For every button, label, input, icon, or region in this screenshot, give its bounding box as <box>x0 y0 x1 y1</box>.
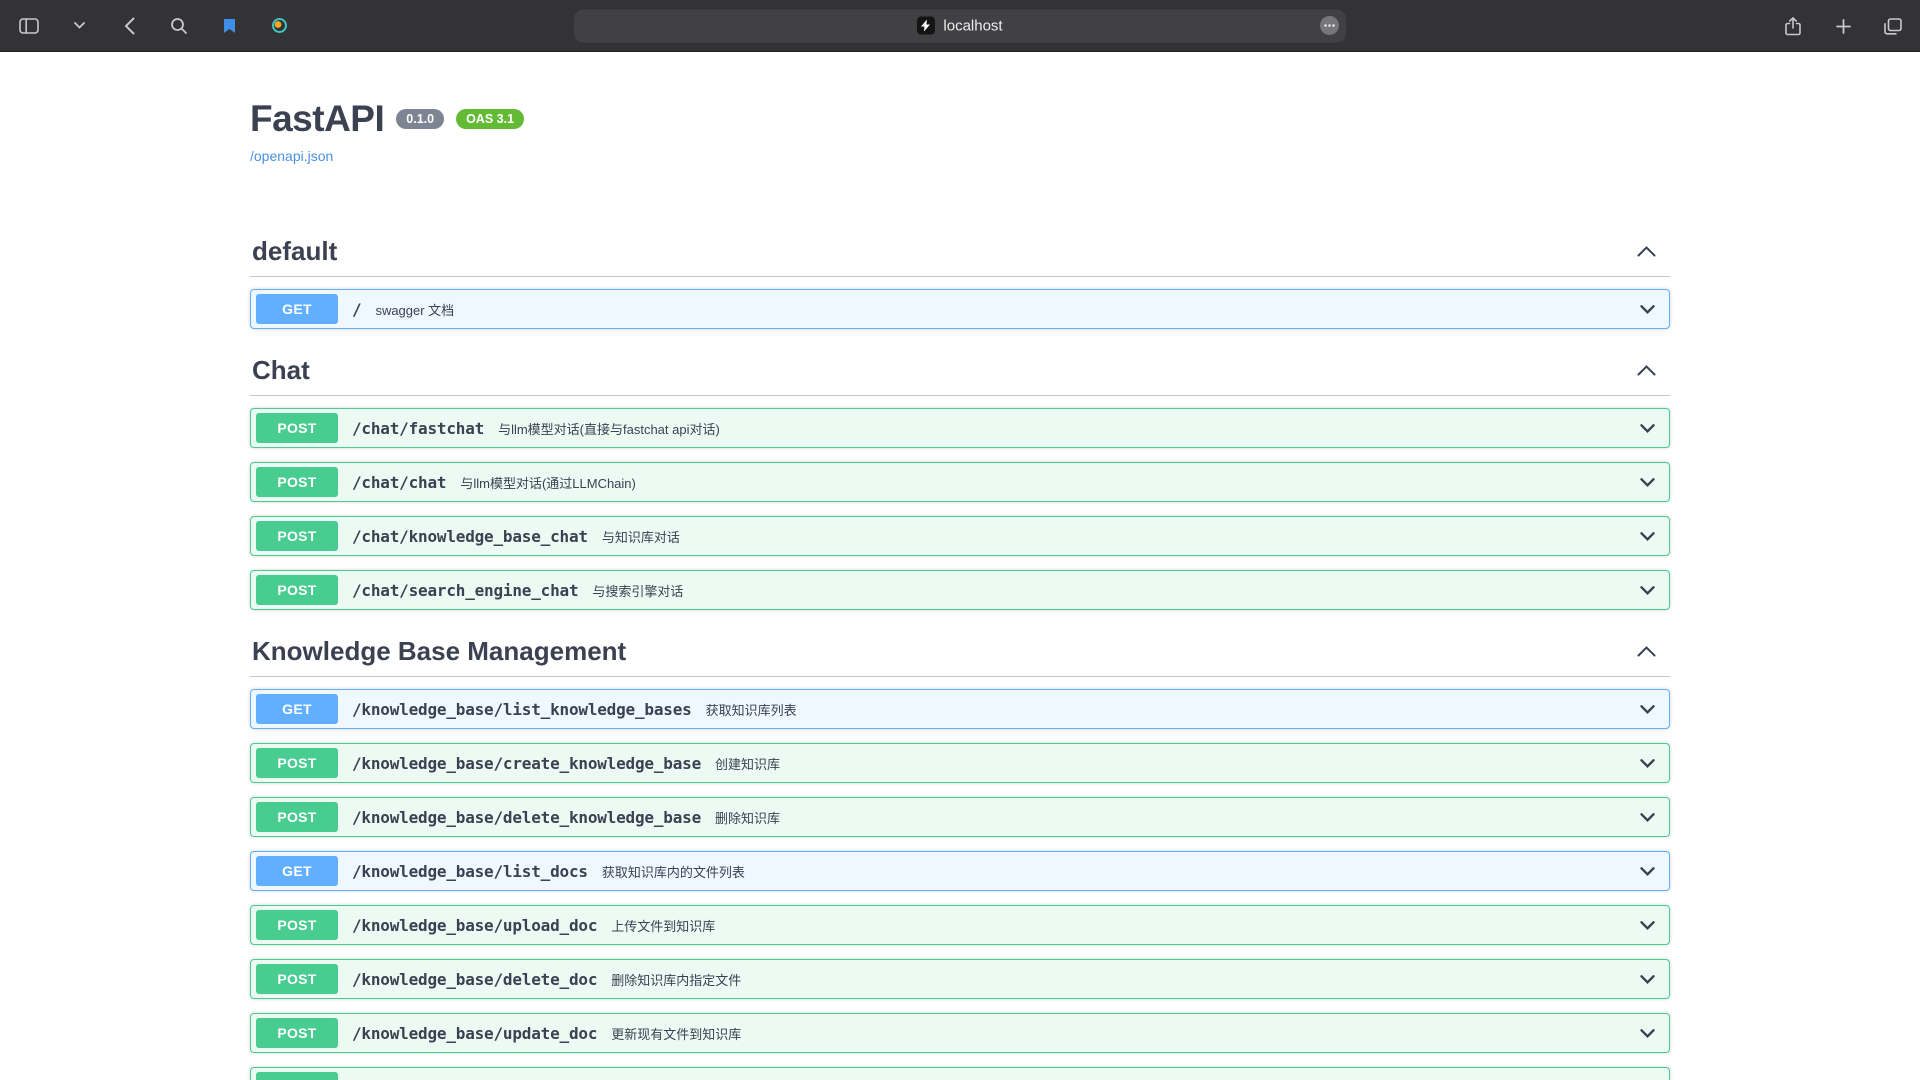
section-title: Chat <box>252 355 310 386</box>
method-badge: POST <box>256 1018 338 1048</box>
section-title: default <box>252 236 337 267</box>
section-header[interactable]: Knowledge Base Management <box>250 628 1670 677</box>
endpoint-path: /knowledge_base/delete_knowledge_base <box>352 808 701 827</box>
endpoint-row[interactable]: POST /chat/search_engine_chat 与搜索引擎对话 <box>250 570 1670 610</box>
endpoint-path: / <box>352 300 361 319</box>
tab-overview-icon[interactable] <box>1880 13 1906 39</box>
endpoint-path: /knowledge_base/delete_doc <box>352 970 597 989</box>
endpoint-description: 更新现有文件到知识库 <box>611 1024 741 1043</box>
endpoint-description: 上传文件到知识库 <box>611 916 715 935</box>
endpoint-row[interactable]: POST /knowledge_base/delete_knowledge_ba… <box>250 797 1670 837</box>
endpoint-list: GET / swagger 文档 <box>250 289 1670 345</box>
collapse-section-icon[interactable] <box>1637 365 1668 376</box>
endpoint-path: /knowledge_base/list_knowledge_bases <box>352 700 692 719</box>
endpoint-list: POST /chat/fastchat 与llm模型对话(直接与fastchat… <box>250 408 1670 626</box>
endpoint-description: 与搜索引擎对话 <box>592 581 683 600</box>
endpoint-row[interactable]: POST /knowledge_base/upload_doc 上传文件到知识库 <box>250 905 1670 945</box>
endpoint-row[interactable]: POST /chat/knowledge_base_chat 与知识库对话 <box>250 516 1670 556</box>
back-icon[interactable] <box>116 13 142 39</box>
collapse-section-icon[interactable] <box>1637 646 1668 657</box>
method-badge: POST <box>256 964 338 994</box>
browser-toolbar: localhost <box>0 0 1920 52</box>
endpoint-path: /chat/search_engine_chat <box>352 581 578 600</box>
endpoint-description: 获取知识库内的文件列表 <box>602 862 745 881</box>
method-badge: POST <box>256 521 338 551</box>
page-options-icon[interactable] <box>1320 16 1339 35</box>
expand-endpoint-icon[interactable] <box>1640 705 1655 714</box>
new-tab-icon[interactable] <box>1830 13 1856 39</box>
sidebar-toggle-icon[interactable] <box>16 13 42 39</box>
method-badge: POST <box>256 910 338 940</box>
swagger-page: FastAPI 0.1.0 OAS 3.1 /openapi.json defa… <box>0 52 1920 1080</box>
expand-endpoint-icon[interactable] <box>1640 813 1655 822</box>
expand-endpoint-icon[interactable] <box>1640 478 1655 487</box>
endpoint-row[interactable]: POST /knowledge_base/delete_doc 删除知识库内指定… <box>250 959 1670 999</box>
expand-endpoint-icon[interactable] <box>1640 759 1655 768</box>
share-icon[interactable] <box>1780 13 1806 39</box>
endpoint-row[interactable]: POST /chat/chat 与llm模型对话(通过LLMChain) <box>250 462 1670 502</box>
method-badge: POST <box>256 802 338 832</box>
method-badge: POST <box>256 748 338 778</box>
api-section: Knowledge Base Management GET /knowledge… <box>250 628 1670 1080</box>
method-badge: POST <box>256 1072 338 1080</box>
expand-endpoint-icon[interactable] <box>1640 532 1655 541</box>
endpoint-path: /knowledge_base/list_docs <box>352 862 588 881</box>
endpoint-row[interactable]: GET /knowledge_base/list_docs 获取知识库内的文件列… <box>250 851 1670 891</box>
endpoint-description: 与llm模型对话(通过LLMChain) <box>460 473 636 492</box>
endpoint-description: swagger 文档 <box>375 300 454 319</box>
search-icon[interactable] <box>166 13 192 39</box>
pinned-tab-bookmark-icon[interactable] <box>216 13 242 39</box>
endpoint-description: 与知识库对话 <box>602 527 680 546</box>
endpoint-description: 获取知识库列表 <box>706 700 797 719</box>
endpoint-description: 创建知识库 <box>715 754 780 773</box>
method-badge: POST <box>256 575 338 605</box>
pinned-tab-target-icon[interactable] <box>266 13 292 39</box>
endpoint-description: 删除知识库 <box>715 808 780 827</box>
url-text: localhost <box>943 17 1002 34</box>
method-badge: GET <box>256 294 338 324</box>
expand-endpoint-icon[interactable] <box>1640 424 1655 433</box>
expand-endpoint-icon[interactable] <box>1640 1029 1655 1038</box>
endpoint-path: /chat/knowledge_base_chat <box>352 527 588 546</box>
api-section: Chat POST /chat/fastchat 与llm模型对话(直接与fas… <box>250 347 1670 626</box>
sidebar-chevron-down-icon[interactable] <box>66 13 92 39</box>
endpoint-path: /chat/fastchat <box>352 419 484 438</box>
endpoint-path: /knowledge_base/create_knowledge_base <box>352 754 701 773</box>
page-title: FastAPI <box>250 98 384 140</box>
endpoint-path: /chat/chat <box>352 473 446 492</box>
oas-badge: OAS 3.1 <box>456 109 524 130</box>
endpoint-list: GET /knowledge_base/list_knowledge_bases… <box>250 689 1670 1080</box>
version-badge: 0.1.0 <box>396 109 444 130</box>
section-header[interactable]: default <box>250 228 1670 277</box>
endpoint-path: /knowledge_base/update_doc <box>352 1024 597 1043</box>
api-section: default GET / swagger 文档 <box>250 228 1670 345</box>
collapse-section-icon[interactable] <box>1637 246 1668 257</box>
endpoint-description: 与llm模型对话(直接与fastchat api对话) <box>498 419 720 438</box>
method-badge: GET <box>256 694 338 724</box>
section-header[interactable]: Chat <box>250 347 1670 396</box>
endpoint-row[interactable]: POST /knowledge_base/recreate_vector_sto… <box>250 1067 1670 1080</box>
expand-endpoint-icon[interactable] <box>1640 586 1655 595</box>
expand-endpoint-icon[interactable] <box>1640 867 1655 876</box>
api-sections: default GET / swagger 文档 Chat <box>250 228 1670 1080</box>
site-favicon <box>917 17 935 35</box>
section-title: Knowledge Base Management <box>252 636 626 667</box>
endpoint-row[interactable]: POST /knowledge_base/update_doc 更新现有文件到知… <box>250 1013 1670 1053</box>
expand-endpoint-icon[interactable] <box>1640 975 1655 984</box>
endpoint-description: 删除知识库内指定文件 <box>611 970 741 989</box>
expand-endpoint-icon[interactable] <box>1640 921 1655 930</box>
endpoint-row[interactable]: GET / swagger 文档 <box>250 289 1670 329</box>
method-badge: POST <box>256 467 338 497</box>
method-badge: POST <box>256 413 338 443</box>
endpoint-path: /knowledge_base/upload_doc <box>352 916 597 935</box>
expand-endpoint-icon[interactable] <box>1640 305 1655 314</box>
address-bar[interactable]: localhost <box>574 9 1346 42</box>
openapi-spec-link[interactable]: /openapi.json <box>250 148 333 164</box>
endpoint-row[interactable]: POST /chat/fastchat 与llm模型对话(直接与fastchat… <box>250 408 1670 448</box>
method-badge: GET <box>256 856 338 886</box>
endpoint-row[interactable]: GET /knowledge_base/list_knowledge_bases… <box>250 689 1670 729</box>
endpoint-row[interactable]: POST /knowledge_base/create_knowledge_ba… <box>250 743 1670 783</box>
